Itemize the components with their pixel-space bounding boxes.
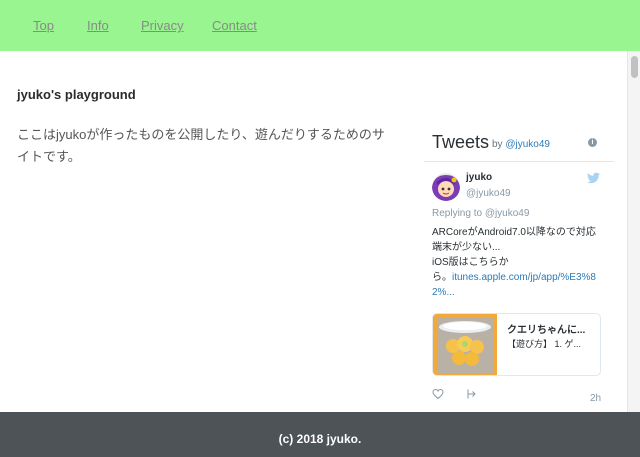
info-icon[interactable]: i [588,138,597,147]
twitter-by: by @jyuko49 [492,139,550,150]
tweet-actions: 2h [424,385,614,405]
replying-label: Replying to [432,208,483,219]
twitter-header: Tweets by @jyuko49 i [424,120,614,162]
twitter-by-label: by [492,139,503,150]
nav-link-privacy[interactable]: Privacy [141,18,184,33]
page-scrollbar[interactable] [627,51,640,412]
tweet-author-name[interactable]: jyuko [466,172,492,183]
tweet-text-line-2: 端末が少ない... [432,242,501,253]
card-thumbnail [433,314,497,375]
tweet-link-continued[interactable]: 2%... [432,285,604,300]
tweet-text-line-4: ら。itunes.apple.com/jp/app/%E3%8 [432,270,604,285]
twitter-bird-icon[interactable] [587,172,600,184]
tweet-text-prefix: ら。 [432,272,452,283]
tweet-text-line-3: iOS版はこちらか [432,257,509,268]
avatar[interactable] [432,173,460,201]
tweet-text: ARCoreがAndroid7.0以降なので対応 端末が少ない... iOS版は… [432,225,604,300]
tweet-replying-to: Replying to @jyuko49 [432,208,529,219]
tweet-link-card[interactable]: クエリちゃんに... 【遊び方】 1. ゲ... [432,313,601,376]
card-title: クエリちゃんに... [507,325,586,336]
nav-link-info[interactable]: Info [87,18,109,33]
nav-link-top[interactable]: Top [33,18,54,33]
intro-line-2: イトです。 [17,149,81,164]
twitter-by-handle-link[interactable]: @jyuko49 [505,139,550,150]
twitter-title: Tweets [432,132,490,152]
share-icon[interactable] [466,388,478,400]
top-nav: Top Info Privacy Contact [0,0,640,51]
card-description: 【遊び方】 1. ゲ... [507,339,582,349]
intro-text: ここはjyukoが作ったものを公開したり、遊んだりするためのサ イトです。 [17,124,415,168]
scrollbar-thumb[interactable] [631,56,638,78]
tweet-link[interactable]: itunes.apple.com/jp/app/%E3%8 [452,272,596,283]
nav-link-contact[interactable]: Contact [212,18,257,33]
tweet-author-handle[interactable]: @jyuko49 [466,188,511,199]
page-footer: (c) 2018 jyuko. [0,412,640,457]
tweet-timestamp[interactable]: 2h [590,393,601,404]
page-title: jyuko's playground [17,87,136,102]
tweet-text-line-1: ARCoreがAndroid7.0以降なので対応 [432,227,596,238]
twitter-timeline: Tweets by @jyuko49 i jyuko @jyuko49 Repl… [424,120,614,412]
footer-copyright: (c) 2018 jyuko. [278,432,362,446]
intro-line-1: ここはjyukoが作ったものを公開したり、遊んだりするためのサ [17,127,385,142]
replying-handle-link[interactable]: @jyuko49 [485,208,530,219]
heart-icon[interactable] [432,388,444,400]
